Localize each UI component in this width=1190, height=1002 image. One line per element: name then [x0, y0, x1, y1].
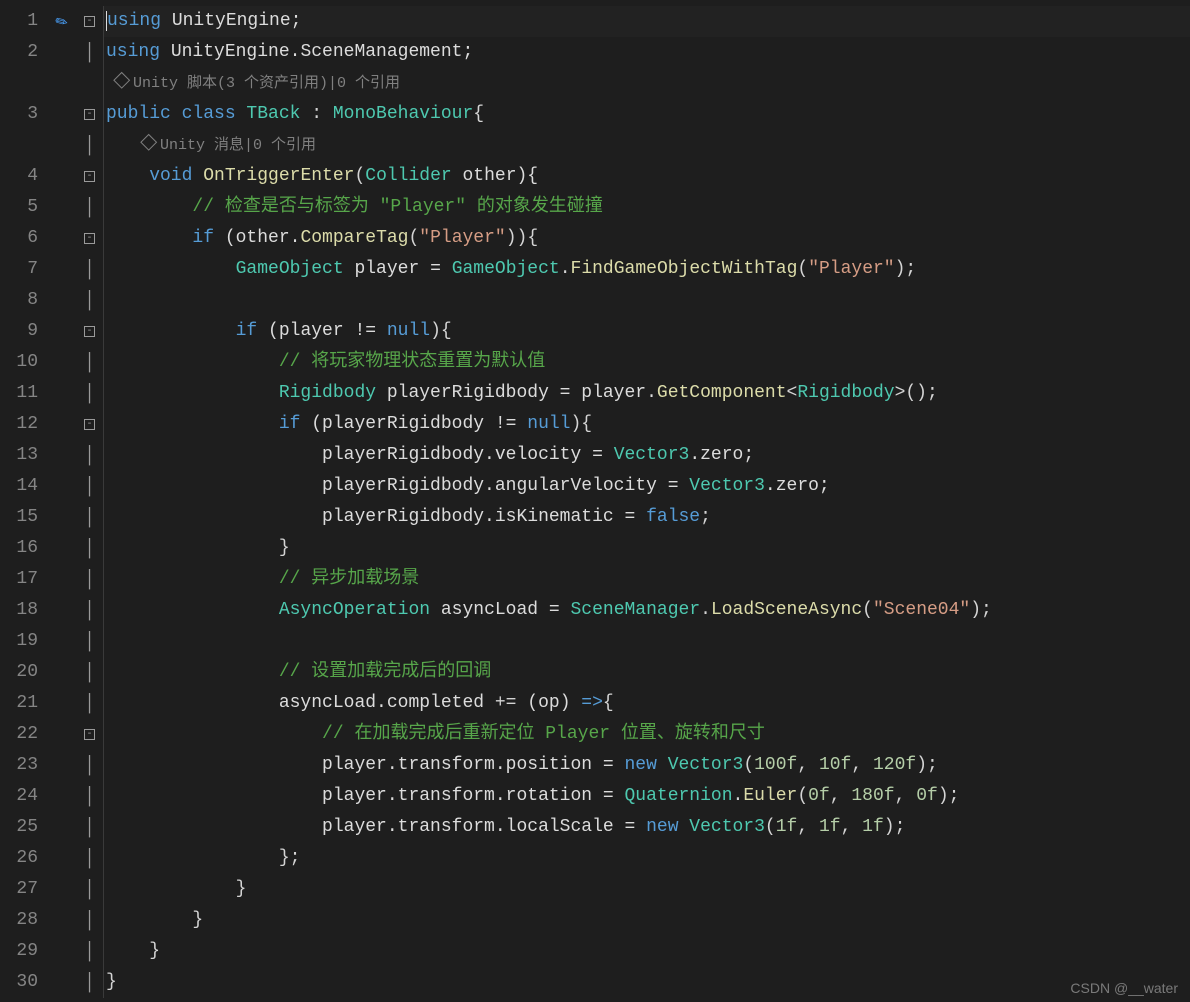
code-line[interactable]: // 将玩家物理状态重置为默认值 — [104, 347, 1190, 378]
fold-toggle-icon[interactable]: - — [84, 171, 95, 182]
code-line[interactable] — [104, 285, 1190, 316]
code-line[interactable]: playerRigidbody.isKinematic = false; — [104, 502, 1190, 533]
code-area[interactable]: using UnityEngine; using UnityEngine.Sce… — [104, 0, 1190, 1002]
code-line[interactable]: playerRigidbody.angularVelocity = Vector… — [104, 471, 1190, 502]
fold-toggle-icon[interactable]: - — [84, 419, 95, 430]
code-line[interactable]: using UnityEngine; — [104, 6, 1190, 37]
fold-gutter[interactable]: - │ - │ - │ - │ │ - │ │ - │ │ │ │ │ │ │ … — [76, 0, 104, 1002]
code-line[interactable]: } — [104, 936, 1190, 967]
edit-glyph-icon: ✎ — [51, 9, 71, 33]
code-line[interactable]: using UnityEngine.SceneManagement; — [104, 37, 1190, 68]
code-line[interactable]: if (other.CompareTag("Player")){ — [104, 223, 1190, 254]
code-line[interactable]: playerRigidbody.velocity = Vector3.zero; — [104, 440, 1190, 471]
code-line[interactable]: // 设置加载完成后的回调 — [104, 657, 1190, 688]
code-line[interactable]: // 检查是否与标签为 "Player" 的对象发生碰撞 — [104, 192, 1190, 223]
cube-icon — [113, 72, 130, 89]
code-line[interactable]: AsyncOperation asyncLoad = SceneManager.… — [104, 595, 1190, 626]
code-line[interactable]: // 在加载完成后重新定位 Player 位置、旋转和尺寸 — [104, 719, 1190, 750]
code-line[interactable]: } — [104, 533, 1190, 564]
cube-icon — [140, 134, 157, 151]
code-line[interactable] — [104, 626, 1190, 657]
glyph-margin: ✎ — [46, 0, 76, 1002]
fold-toggle-icon[interactable]: - — [84, 233, 95, 244]
watermark-text: CSDN @__water — [1070, 980, 1178, 996]
code-line[interactable]: if (player != null){ — [104, 316, 1190, 347]
code-line[interactable]: } — [104, 874, 1190, 905]
fold-toggle-icon[interactable]: - — [84, 729, 95, 740]
code-line[interactable]: player.transform.position = new Vector3(… — [104, 750, 1190, 781]
code-line[interactable]: if (playerRigidbody != null){ — [104, 409, 1190, 440]
code-editor[interactable]: 1 2 3 4 5 6 7 8 9 10 11 12 13 14 15 16 1… — [0, 0, 1190, 1002]
code-line[interactable]: player.transform.localScale = new Vector… — [104, 812, 1190, 843]
line-number-gutter: 1 2 3 4 5 6 7 8 9 10 11 12 13 14 15 16 1… — [0, 0, 46, 1002]
code-line[interactable]: public class TBack : MonoBehaviour{ — [104, 99, 1190, 130]
code-line[interactable]: }; — [104, 843, 1190, 874]
codelens-line[interactable]: Unity 脚本(3 个资产引用)|0 个引用 — [104, 68, 1190, 99]
code-line[interactable]: Rigidbody playerRigidbody = player.GetCo… — [104, 378, 1190, 409]
code-line[interactable]: } — [104, 967, 1190, 998]
code-line[interactable]: asyncLoad.completed += (op) =>{ — [104, 688, 1190, 719]
code-line[interactable]: GameObject player = GameObject.FindGameO… — [104, 254, 1190, 285]
fold-toggle-icon[interactable]: - — [84, 16, 95, 27]
code-line[interactable]: player.transform.rotation = Quaternion.E… — [104, 781, 1190, 812]
fold-toggle-icon[interactable]: - — [84, 326, 95, 337]
code-line[interactable]: void OnTriggerEnter(Collider other){ — [104, 161, 1190, 192]
fold-toggle-icon[interactable]: - — [84, 109, 95, 120]
codelens-line[interactable]: Unity 消息|0 个引用 — [104, 130, 1190, 161]
code-line[interactable]: // 异步加载场景 — [104, 564, 1190, 595]
code-line[interactable]: } — [104, 905, 1190, 936]
